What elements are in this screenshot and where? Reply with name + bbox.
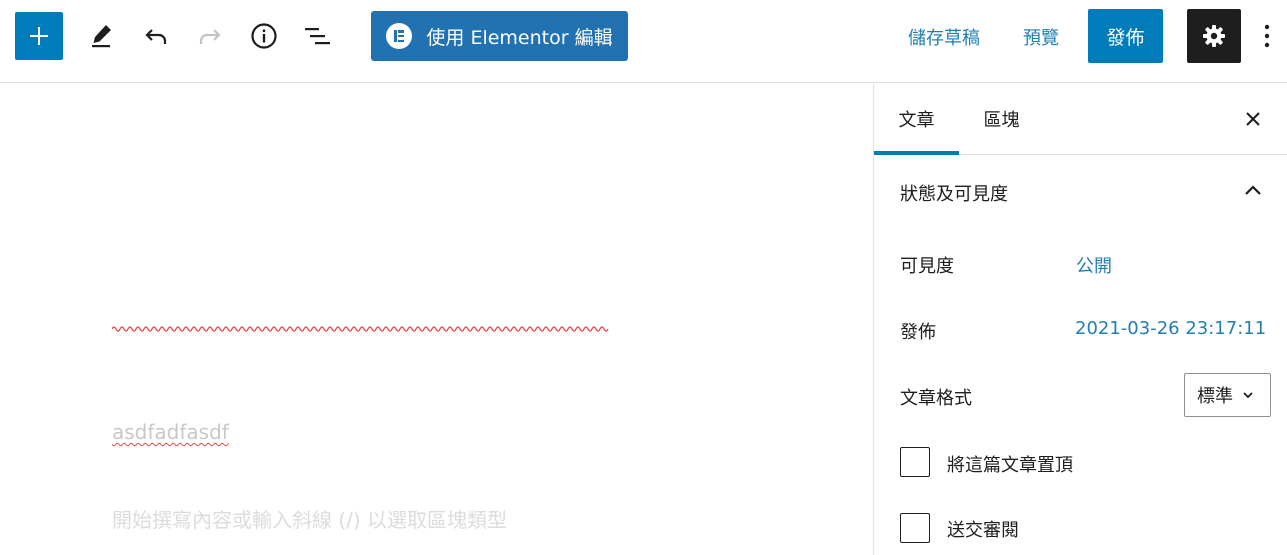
add-block-button[interactable] <box>15 12 63 60</box>
close-sidebar-button[interactable] <box>1239 105 1267 133</box>
pending-review-checkbox[interactable] <box>900 513 930 543</box>
paragraph-block[interactable]: asdfadfasdf <box>112 420 229 444</box>
publish-date-label: 發佈 <box>900 322 936 343</box>
preview-button[interactable]: 預覽 <box>1023 22 1059 52</box>
paragraph-text: asdfadfasdf <box>112 420 229 444</box>
undo-icon <box>145 29 167 44</box>
publish-date-toggle[interactable]: 2021-03-26 23:17:11 <box>1075 318 1266 339</box>
block-placeholder[interactable]: 開始撰寫內容或輸入斜線 (/) 以選取區塊類型 <box>112 504 507 533</box>
pending-review-label[interactable]: 送交審閱 <box>947 516 1019 542</box>
post-format-label: 文章格式 <box>900 388 972 409</box>
editor-toolbar: 使用 Elementor 編輯 儲存草稿 預覽 發佈 <box>0 0 1287 83</box>
sidebar-tabs: 文章 區塊 <box>874 84 1287 155</box>
settings-sidebar: 文章 區塊 狀態及可見度 可見度 公開 發佈 2021-03-26 23:17:… <box>873 84 1287 555</box>
undo-button[interactable] <box>138 18 174 54</box>
plus-icon <box>30 27 48 45</box>
details-button[interactable] <box>246 18 282 54</box>
chevron-down-icon <box>1243 392 1253 399</box>
info-icon <box>251 23 277 49</box>
visibility-toggle[interactable]: 公開 <box>1076 252 1112 278</box>
elementor-logo-icon <box>386 23 413 49</box>
close-icon <box>1246 112 1260 126</box>
publish-button[interactable]: 發佈 <box>1088 9 1163 63</box>
post-format-select[interactable]: 標準 <box>1184 373 1271 417</box>
gear-icon <box>1203 25 1225 47</box>
editor-canvas: asdfadfasdf 開始撰寫內容或輸入斜線 (/) 以選取區塊類型 <box>0 84 873 555</box>
redo-icon <box>199 29 221 44</box>
settings-button[interactable] <box>1187 9 1241 63</box>
post-format-value: 標準 <box>1197 386 1233 407</box>
more-options-button[interactable] <box>1257 18 1277 54</box>
chevron-up-icon[interactable] <box>1242 180 1264 202</box>
tools-button[interactable] <box>83 18 119 54</box>
list-view-button[interactable] <box>300 18 336 54</box>
visibility-label: 可見度 <box>900 256 954 277</box>
edit-with-elementor-button[interactable]: 使用 Elementor 編輯 <box>371 11 628 61</box>
pencil-icon <box>92 25 111 48</box>
stick-to-top-checkbox[interactable] <box>900 447 930 477</box>
vertical-ellipsis-icon <box>1264 24 1270 48</box>
elementor-button-label: 使用 Elementor 編輯 <box>426 26 613 49</box>
tab-block[interactable]: 區塊 <box>964 84 1039 154</box>
post-title-input[interactable] <box>112 324 610 334</box>
status-visibility-panel-title[interactable]: 狀態及可見度 <box>900 180 1008 206</box>
save-draft-button[interactable]: 儲存草稿 <box>908 22 980 52</box>
stick-to-top-label[interactable]: 將這篇文章置頂 <box>947 451 1073 477</box>
list-view-icon <box>305 28 330 45</box>
tab-post[interactable]: 文章 <box>874 84 959 155</box>
redo-button[interactable] <box>192 18 228 54</box>
